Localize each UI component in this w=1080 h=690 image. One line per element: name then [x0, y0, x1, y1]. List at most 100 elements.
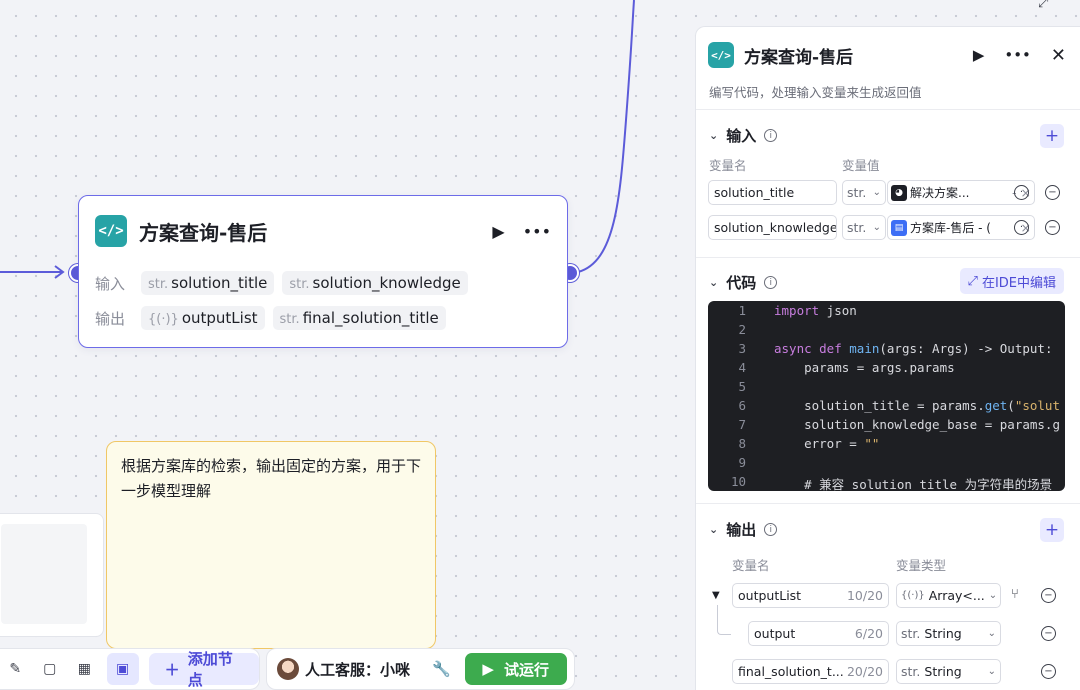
code-line: 5: [738, 379, 746, 394]
code-node[interactable]: </> 方案查询-售后 ▶ ••• 输入 str. solution_title …: [78, 195, 568, 348]
variable-ref-icon[interactable]: ·: [1014, 185, 1029, 200]
expand-icon: ⤢: [967, 273, 978, 289]
edit-in-ide-button[interactable]: ⤢ 在IDE中编辑: [959, 268, 1064, 294]
run-node-icon[interactable]: ▶: [973, 46, 985, 64]
output-type-select[interactable]: {(·)} Array<... ⌄: [896, 583, 1001, 608]
code-line: 2: [738, 322, 746, 337]
close-icon[interactable]: ✕: [1051, 45, 1066, 66]
chevron-down-icon: ⌄: [987, 666, 996, 677]
output-chip: str. final_solution_title: [272, 306, 446, 330]
canvas-toolbar: ✎ ▢ ▦ ▣ ＋ 添加节点: [0, 648, 260, 690]
code-icon: </>: [708, 42, 734, 68]
outgoing-wire: [577, 0, 635, 273]
expand-icon[interactable]: ⤢: [1038, 0, 1048, 11]
minimap-viewport: [1, 524, 87, 624]
output-section-header[interactable]: ⌄ 输出 i: [709, 519, 778, 540]
sticky-note[interactable]: 根据方案库的检索，输出固定的方案，用于下一步模型理解: [106, 441, 436, 649]
remove-output-icon[interactable]: −: [1041, 664, 1056, 679]
input-name-field[interactable]: solution_title: [708, 180, 837, 205]
edit-icon[interactable]: ✎: [3, 656, 28, 682]
add-node-button[interactable]: ＋ 添加节点: [148, 650, 259, 689]
remove-output-icon[interactable]: −: [1041, 626, 1056, 641]
add-child-icon[interactable]: ⑂: [1011, 587, 1019, 602]
test-run-label: 试运行: [503, 660, 549, 679]
node-config-panel: </> 方案查询-售后 ▶ ••• ✕ 编写代码，处理输入变量来生成返回值 ⌄ …: [695, 26, 1080, 690]
minimap[interactable]: [0, 513, 104, 637]
comment-icon[interactable]: ▢: [38, 656, 63, 682]
input-ref-field[interactable]: ◕ 解决方案... - ×: [887, 180, 1035, 205]
code-line: 3 async def main(args: Args) -> Output:: [738, 341, 1053, 356]
chevron-down-icon: ⌄: [987, 628, 996, 639]
panel-header: </> 方案查询-售后 ▶ ••• ✕: [708, 41, 1066, 69]
add-node-label: 添加节点: [187, 650, 233, 689]
chevron-down-icon: ⌄: [709, 523, 719, 536]
run-node-icon[interactable]: ▶: [492, 222, 504, 241]
col-label-name: 变量名: [709, 158, 747, 173]
robot-icon: ◕: [891, 184, 907, 201]
output-name-field[interactable]: final_solution_t... 20/20: [732, 659, 889, 684]
input-chip: str. solution_title: [141, 271, 275, 295]
chevron-down-icon: ⌄: [872, 222, 881, 233]
database-icon: ▤: [891, 219, 907, 236]
type-select[interactable]: str. ⌄: [842, 180, 886, 205]
col-label-name: 变量名: [732, 558, 770, 573]
collapse-arrow-icon[interactable]: ▼: [712, 590, 720, 601]
minimap-toggle-icon[interactable]: ▣: [106, 653, 139, 685]
test-run-button[interactable]: ▶ 试运行: [464, 653, 567, 685]
code-line: 9: [738, 455, 746, 470]
output-name-field[interactable]: outputList 10/20: [732, 583, 889, 608]
output-name-field[interactable]: output 6/20: [748, 621, 889, 646]
input-section-header[interactable]: ⌄ 输入 i: [709, 125, 778, 146]
panel-description: 编写代码，处理输入变量来生成返回值: [709, 85, 922, 100]
wrench-icon[interactable]: 🔧: [432, 660, 451, 678]
incoming-arrow: [54, 265, 65, 279]
output-label: 输出: [95, 309, 126, 328]
variable-ref-icon[interactable]: ·: [1014, 220, 1029, 235]
add-output-button[interactable]: +: [1040, 518, 1064, 542]
chevron-down-icon: ⌄: [872, 187, 881, 198]
input-label: 输入: [95, 274, 126, 293]
input-chip: str. solution_knowledge: [282, 271, 468, 295]
info-icon: i: [764, 523, 778, 536]
chevron-down-icon: ⌄: [709, 129, 719, 142]
type-select[interactable]: str. ⌄: [842, 215, 886, 240]
more-icon[interactable]: •••: [523, 222, 551, 241]
input-ref-field[interactable]: ▤ 方案库-售后 - ( ×: [887, 215, 1035, 240]
code-section-header[interactable]: ⌄ 代码 i: [709, 272, 778, 293]
input-name-field[interactable]: solution_knowledge: [708, 215, 837, 240]
remove-input-icon[interactable]: −: [1045, 185, 1060, 200]
avatar: [277, 658, 299, 680]
agent-name[interactable]: 人工客服：小咪: [305, 659, 410, 680]
code-editor[interactable]: 1 import json 2 3 async def main(args: Arg…: [708, 301, 1065, 491]
grid-icon[interactable]: ▦: [72, 656, 97, 682]
node-inputs-row: 输入 str. solution_title str. solution_knowl…: [95, 271, 468, 295]
info-icon: i: [764, 276, 778, 289]
code-line: 8 error = "": [738, 436, 880, 451]
code-line: 4 params = args.params: [738, 360, 955, 375]
output-type-select[interactable]: str. String ⌄: [896, 659, 1001, 684]
chevron-down-icon: ⌄: [988, 590, 998, 601]
code-line: 6 solution_title = params.get("solut: [738, 398, 1060, 413]
chevron-down-icon: ⌄: [709, 276, 719, 289]
col-label-type: 变量类型: [896, 558, 947, 573]
play-icon: ▶: [482, 660, 494, 678]
add-input-button[interactable]: +: [1040, 124, 1064, 148]
more-icon[interactable]: •••: [1004, 46, 1031, 64]
run-toolbar: 人工客服：小咪 🔧 ▶ 试运行: [266, 648, 575, 690]
output-chip: {(·)} outputList: [141, 306, 265, 330]
workflow-canvas[interactable]: </> 方案查询-售后 ▶ ••• 输入 str. solution_title …: [0, 0, 1080, 690]
node-title: 方案查询-售后: [139, 220, 268, 245]
panel-title: 方案查询-售后: [744, 47, 854, 68]
note-text: 根据方案库的检索，输出固定的方案，用于下一步模型理解: [121, 457, 422, 500]
tree-connector: [717, 605, 731, 635]
plus-icon: ＋: [164, 660, 180, 679]
output-type-select[interactable]: str. String ⌄: [896, 621, 1001, 646]
code-line: 1 import json: [738, 303, 857, 318]
code-line: 10 # 兼容 solution_title 为字符串的场景: [730, 474, 1053, 491]
code-line: 7 solution_knowledge_base = params.g: [738, 417, 1060, 432]
remove-output-icon[interactable]: −: [1041, 588, 1056, 603]
col-label-value: 变量值: [842, 158, 880, 173]
remove-input-icon[interactable]: −: [1045, 220, 1060, 235]
code-icon: </>: [95, 215, 127, 247]
node-outputs-row: 输出 {(·)} outputList str. final_solution_ti…: [95, 306, 446, 330]
